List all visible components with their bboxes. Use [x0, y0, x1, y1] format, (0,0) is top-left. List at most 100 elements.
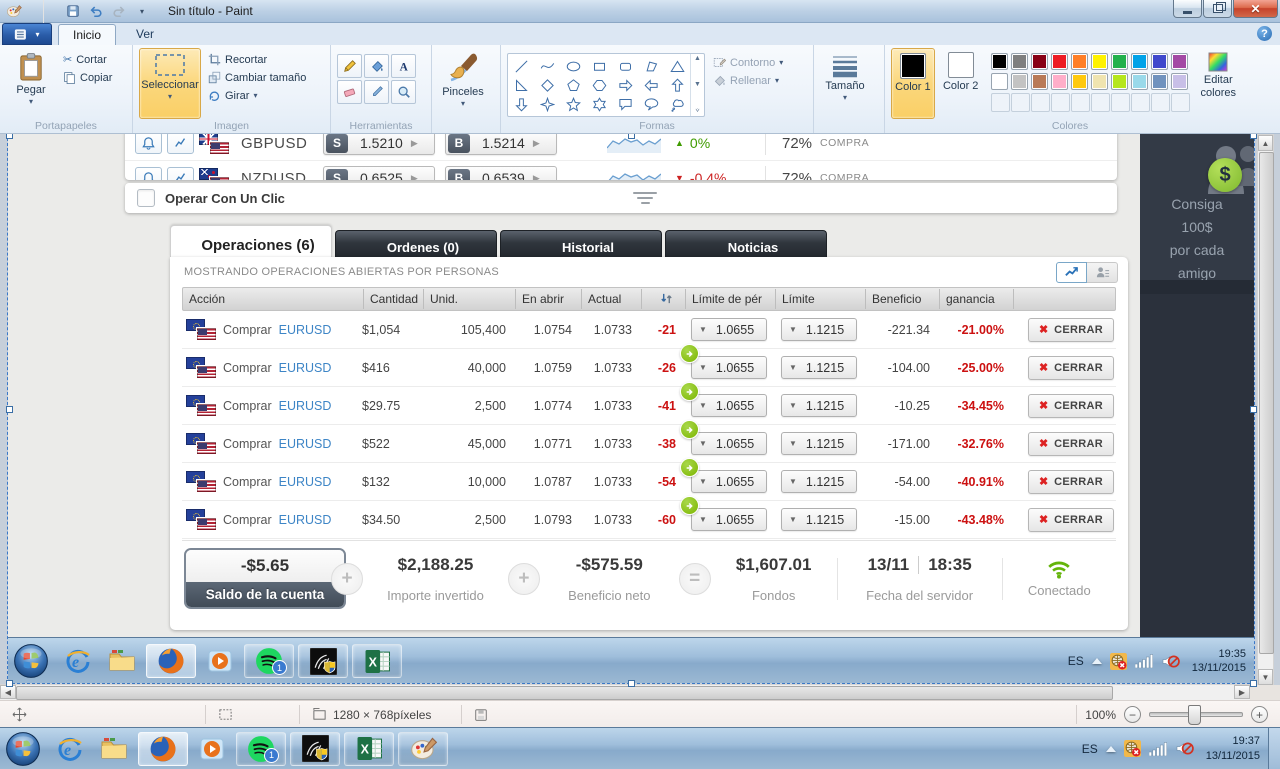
trade-tab-historial[interactable]: Historial: [500, 230, 662, 257]
selection-handle[interactable]: [1250, 680, 1257, 687]
tab-ver[interactable]: Ver: [122, 24, 168, 45]
zoom-out-button[interactable]: −: [1124, 706, 1141, 723]
close-trade-button[interactable]: ✖CERRAR: [1028, 394, 1114, 418]
start-button[interactable]: [4, 730, 42, 768]
horizontal-scrollbar[interactable]: ◀ ▶: [0, 684, 1250, 700]
referral-ad[interactable]: $ Consiga 100$ por cada amigo: [1140, 134, 1254, 637]
language-indicator[interactable]: ES: [1068, 654, 1084, 668]
scroll-left-arrow[interactable]: ◀: [0, 685, 16, 699]
palette-color-swatch[interactable]: [1071, 73, 1088, 90]
shape-arrow-down-icon[interactable]: [508, 95, 534, 114]
close-button[interactable]: ✕: [1233, 0, 1278, 18]
shape-rounded-callout-icon[interactable]: [612, 95, 638, 114]
palette-color-swatch[interactable]: [1151, 53, 1168, 70]
buy-button[interactable]: B0.6539▶: [445, 166, 557, 180]
fill-tool[interactable]: [364, 54, 389, 78]
horizontal-scroll-thumb[interactable]: [16, 686, 1113, 700]
taskbar-icon-ie[interactable]: e: [58, 644, 98, 678]
size-button[interactable]: Tamaño▾: [820, 48, 870, 119]
volume-muted-icon[interactable]: [1175, 741, 1194, 756]
selection-handle[interactable]: [1250, 406, 1257, 413]
palette-color-swatch[interactable]: [1031, 73, 1048, 90]
take-profit-dropdown[interactable]: ▼1.1215: [781, 508, 857, 531]
resize-button[interactable]: Cambiar tamaño: [205, 70, 309, 85]
close-trade-button[interactable]: ✖CERRAR: [1028, 356, 1114, 380]
pair-link[interactable]: EURUSD: [279, 475, 332, 489]
filter-icon[interactable]: [633, 192, 657, 204]
shape-polygon-icon[interactable]: [638, 57, 664, 76]
pencil-tool[interactable]: [337, 54, 362, 78]
shape-rectangle-icon[interactable]: [586, 57, 612, 76]
taskbar-icon-ie[interactable]: e: [50, 732, 90, 766]
palette-color-swatch[interactable]: [1171, 73, 1188, 90]
volume-muted-icon[interactable]: [1161, 654, 1180, 669]
palette-color-swatch[interactable]: [1051, 53, 1068, 70]
palette-color-swatch[interactable]: [1011, 73, 1028, 90]
taskbar-icon-wmp[interactable]: [200, 644, 240, 678]
shapes-more-button[interactable]: ⩒: [695, 107, 699, 115]
stop-loss-dropdown[interactable]: ▼1.0655: [691, 508, 767, 531]
take-profit-dropdown[interactable]: ▼1.1215: [781, 356, 857, 379]
stop-loss-dropdown[interactable]: ▼1.0655: [691, 394, 767, 417]
taskbar-icon-paint[interactable]: [398, 732, 448, 766]
palette-color-swatch[interactable]: [1131, 73, 1148, 90]
selection-handle[interactable]: [6, 406, 13, 413]
vertical-scroll-thumb[interactable]: [1259, 152, 1274, 654]
one-click-checkbox[interactable]: [137, 189, 155, 207]
taskbar-icon-firefox[interactable]: [138, 732, 188, 766]
magnifier-tool[interactable]: [391, 80, 416, 104]
pair-link[interactable]: EURUSD: [279, 399, 332, 413]
scroll-right-arrow[interactable]: ▶: [1234, 685, 1250, 699]
palette-color-swatch[interactable]: [1091, 73, 1108, 90]
selection-handle[interactable]: [628, 680, 635, 687]
taskbar-icon-wmp[interactable]: [192, 732, 232, 766]
palette-color-swatch[interactable]: [1031, 53, 1048, 70]
copy-button[interactable]: Copiar: [60, 70, 115, 85]
sort-arrows-icon[interactable]: [641, 289, 685, 309]
palette-color-swatch[interactable]: [1091, 53, 1108, 70]
outline-button[interactable]: Contorno▾: [713, 56, 783, 69]
show-desktop-button[interactable]: [1268, 728, 1280, 769]
taskbar-icon-explorer[interactable]: [102, 644, 142, 678]
network-error-icon[interactable]: [1110, 653, 1127, 670]
selection-handle[interactable]: [6, 680, 13, 687]
crop-button[interactable]: Recortar: [205, 52, 309, 67]
taskbar-icon-game[interactable]: [290, 732, 340, 766]
shape-four-point-star-icon[interactable]: [534, 95, 560, 114]
pair-link[interactable]: EURUSD: [279, 513, 332, 527]
taskbar-icon-game[interactable]: [298, 644, 348, 678]
network-error-icon[interactable]: [1124, 740, 1141, 757]
zoom-slider[interactable]: [1149, 712, 1243, 717]
shape-oval-callout-icon[interactable]: [638, 95, 664, 114]
cut-button[interactable]: ✂Cortar: [60, 52, 115, 67]
take-profit-dropdown[interactable]: ▼1.1215: [781, 470, 857, 493]
trade-tab-ordenes[interactable]: Ordenes (0): [335, 230, 497, 257]
palette-color-swatch[interactable]: [1051, 73, 1068, 90]
signal-strength-icon[interactable]: [1149, 742, 1167, 756]
close-trade-button[interactable]: ✖CERRAR: [1028, 318, 1114, 342]
shape-diamond-icon[interactable]: [534, 76, 560, 95]
language-indicator[interactable]: ES: [1082, 742, 1098, 756]
alert-icon[interactable]: [135, 134, 162, 154]
buy-button[interactable]: B1.5214▶: [445, 134, 557, 155]
tray-expand-icon[interactable]: [1106, 746, 1116, 752]
text-tool[interactable]: A: [391, 54, 416, 78]
color1-button[interactable]: Color 1: [891, 48, 935, 119]
paste-button[interactable]: Pegar▾: [6, 48, 56, 119]
paint-menu-button[interactable]: ▾: [2, 23, 52, 45]
taskbar-icon-firefox[interactable]: [146, 644, 196, 678]
trade-tab-operaciones[interactable]: Operaciones (6): [170, 225, 332, 257]
zoom-slider-thumb[interactable]: [1188, 705, 1201, 725]
taskbar-icon-explorer[interactable]: [94, 732, 134, 766]
shapes-scroll-down[interactable]: ▼: [694, 81, 701, 89]
fill-button[interactable]: Rellenar▾: [713, 74, 783, 87]
scroll-up-arrow[interactable]: ▲: [1258, 135, 1273, 151]
palette-color-swatch[interactable]: [1131, 53, 1148, 70]
palette-color-swatch[interactable]: [1111, 53, 1128, 70]
stop-loss-dropdown[interactable]: ▼1.0655: [691, 318, 767, 341]
shape-arrow-right-icon[interactable]: [612, 76, 638, 95]
pair-link[interactable]: EURUSD: [279, 323, 332, 337]
stop-loss-dropdown[interactable]: ▼1.0655: [691, 356, 767, 379]
color2-button[interactable]: Color 2: [939, 48, 983, 119]
shape-oval-icon[interactable]: [560, 57, 586, 76]
